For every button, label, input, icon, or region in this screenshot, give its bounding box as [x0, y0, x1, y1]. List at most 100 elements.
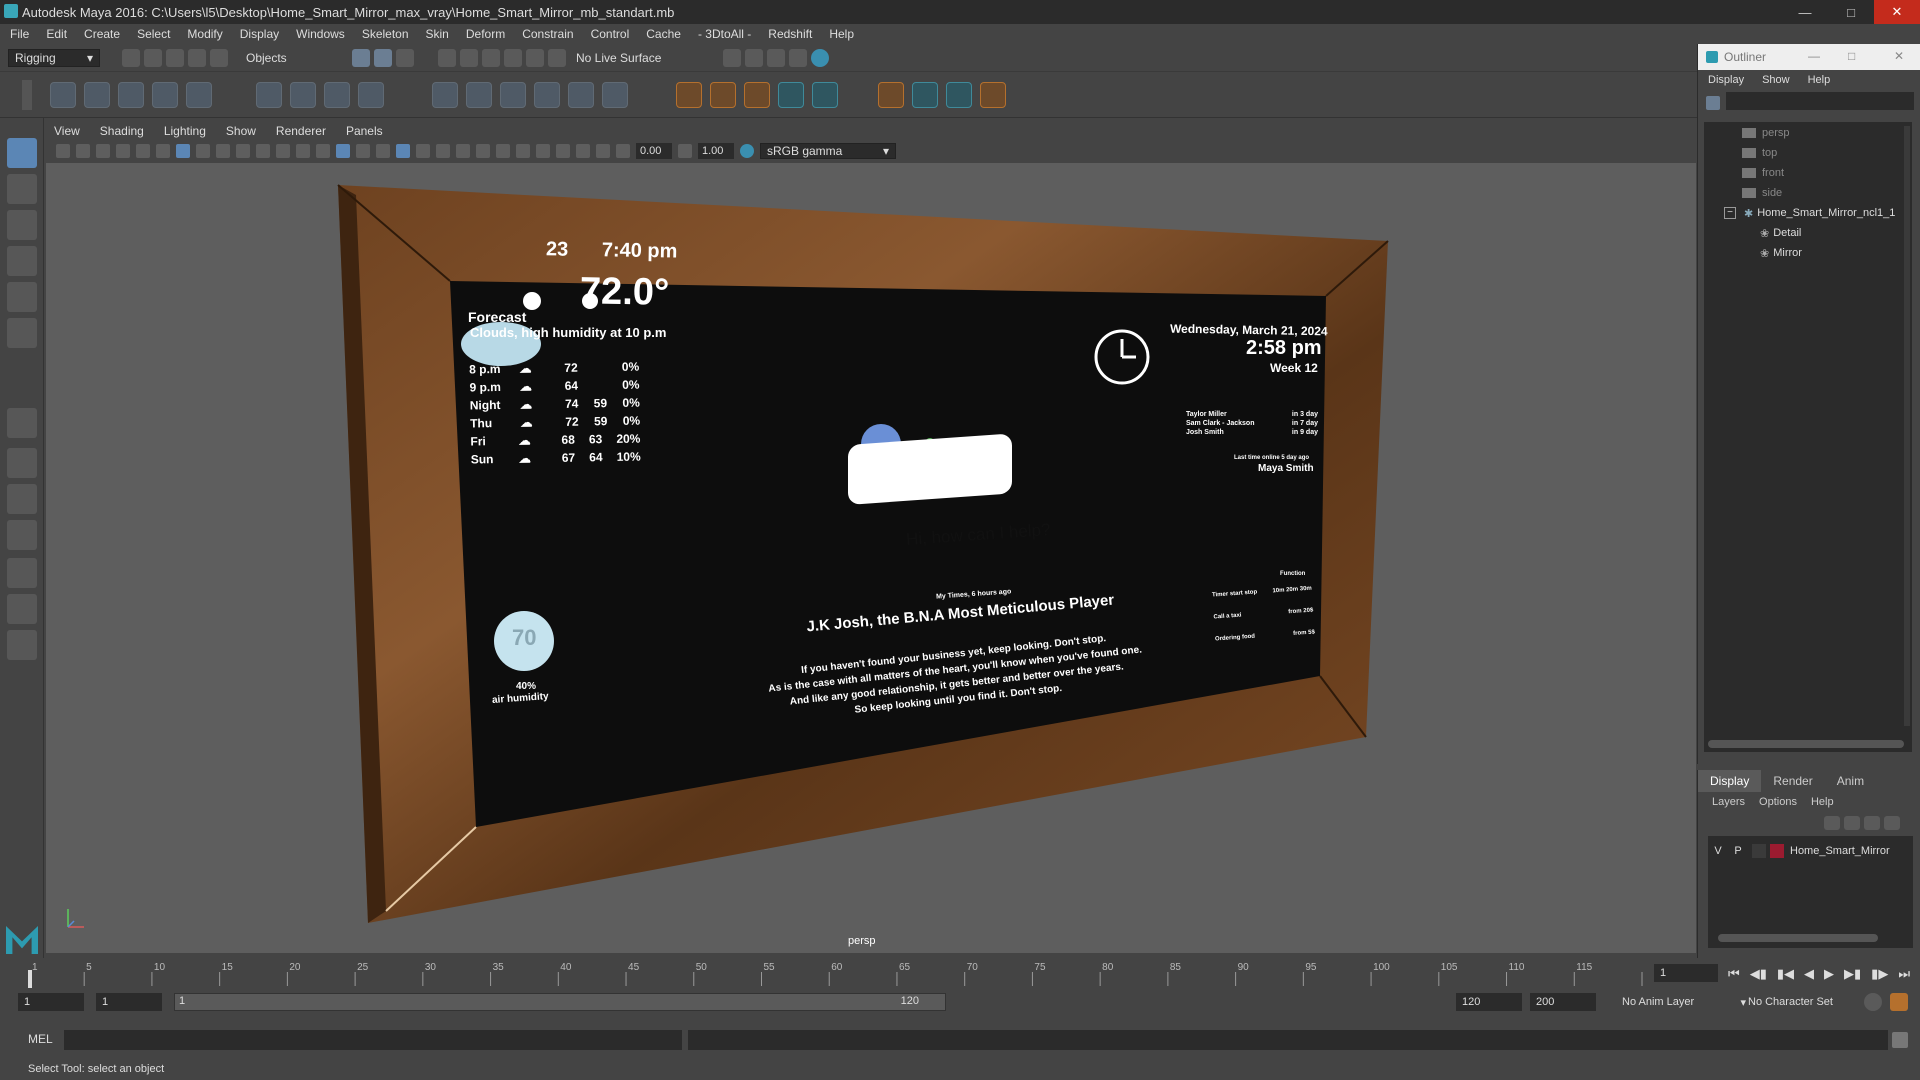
exposure-field[interactable]: 0.00: [636, 143, 672, 159]
render-settings-icon[interactable]: [789, 48, 808, 67]
collapse-icon[interactable]: −: [1724, 207, 1736, 219]
viewport-menu-renderer[interactable]: Renderer: [276, 124, 326, 138]
range-slider[interactable]: 1 120: [174, 993, 946, 1011]
outliner-menu-show[interactable]: Show: [1762, 74, 1790, 86]
shelf-cluster-icon[interactable]: [358, 82, 384, 108]
menu-create[interactable]: Create: [84, 27, 120, 41]
minimize-button[interactable]: —: [1782, 0, 1828, 24]
shelf-constraint-parent-icon[interactable]: [568, 82, 594, 108]
shelf-bind-skin-icon[interactable]: [256, 82, 282, 108]
outliner-item-detail[interactable]: ❀ Detail: [1760, 224, 1801, 242]
selection-mode-dropdown[interactable]: Objects: [240, 48, 340, 67]
live-surface-label[interactable]: No Live Surface: [576, 51, 661, 65]
resolution-gate-icon[interactable]: [216, 144, 230, 158]
viewport-menu-lighting[interactable]: Lighting: [164, 124, 206, 138]
save-scene-icon[interactable]: [166, 48, 184, 67]
bookmark-icon[interactable]: [96, 144, 110, 158]
end-frame-field[interactable]: 200: [1530, 993, 1596, 1011]
step-back-icon[interactable]: ◀▮: [1750, 966, 1767, 982]
step-forward-icon[interactable]: ▮▶: [1871, 966, 1888, 982]
command-language-label[interactable]: MEL: [28, 1032, 53, 1046]
menu-redshift[interactable]: Redshift: [768, 27, 812, 41]
current-time-marker[interactable]: [28, 970, 32, 988]
outliner-item-side[interactable]: side: [1742, 184, 1782, 202]
maximize-button[interactable]: □: [1828, 0, 1874, 24]
shelf-constraint-scale-icon[interactable]: [534, 82, 560, 108]
gamma-icon[interactable]: [678, 144, 692, 158]
shelf-smooth-skin-icon[interactable]: [290, 82, 316, 108]
select-hierarchy-icon[interactable]: [352, 48, 370, 67]
viewport-3d[interactable]: 23 7:40 pm 72.0° Forecast Clouds, high h…: [46, 163, 1696, 953]
shelf-pivot-icon[interactable]: [710, 82, 736, 108]
layer-row[interactable]: V P Home_Smart_Mirror: [1708, 842, 1913, 860]
shelf-maya-tool-3-icon[interactable]: [946, 82, 972, 108]
default-lighting-icon[interactable]: [356, 144, 370, 158]
layer-visibility-toggle[interactable]: V: [1708, 845, 1728, 857]
new-layer-selected-icon[interactable]: [1884, 816, 1900, 830]
close-button[interactable]: ✕: [1874, 0, 1920, 24]
gamma-field[interactable]: 1.00: [698, 143, 734, 159]
shelf-constraint-aim-icon[interactable]: [466, 82, 492, 108]
grid-icon[interactable]: [176, 144, 190, 158]
magnet-icon[interactable]: [548, 48, 566, 67]
menu-windows[interactable]: Windows: [296, 27, 345, 41]
isolate-select-icon[interactable]: [536, 144, 550, 158]
redo-icon[interactable]: [210, 48, 228, 67]
anim-layer-dropdown[interactable]: No Anim Layer ▾: [1622, 993, 1746, 1011]
outliner-search-input[interactable]: [1726, 92, 1914, 110]
shelf-brush-icon[interactable]: [912, 82, 938, 108]
snap-grid-icon[interactable]: [438, 48, 456, 67]
shadows-icon[interactable]: [436, 144, 450, 158]
current-frame-field[interactable]: 1: [1654, 964, 1718, 982]
layer-playback-toggle[interactable]: P: [1728, 845, 1748, 857]
auto-key-icon[interactable]: [1864, 993, 1882, 1011]
viewport-menu-view[interactable]: View: [54, 124, 80, 138]
select-component-icon[interactable]: [396, 48, 414, 67]
layout-outliner-icon[interactable]: [7, 594, 37, 624]
menu-edit[interactable]: Edit: [46, 27, 67, 41]
wireframe-icon[interactable]: [316, 144, 330, 158]
outliner-item-mirror[interactable]: ❀ Mirror: [1760, 244, 1802, 262]
shelf-handle[interactable]: [22, 80, 32, 110]
character-set-dropdown[interactable]: No Character Set: [1748, 993, 1868, 1011]
anti-aliasing-icon[interactable]: [496, 144, 510, 158]
move-layer-up-icon[interactable]: [1824, 816, 1840, 830]
gate-mask-icon[interactable]: [236, 144, 250, 158]
render-view-icon[interactable]: [723, 48, 742, 67]
menu-skeleton[interactable]: Skeleton: [362, 27, 409, 41]
menu-file[interactable]: File: [10, 27, 29, 41]
film-gate-icon[interactable]: [196, 144, 210, 158]
screen-space-ao-icon[interactable]: [456, 144, 470, 158]
shelf-constraint-pole-icon[interactable]: [602, 82, 628, 108]
rotate-tool-icon[interactable]: [7, 282, 37, 312]
layer-tab-display[interactable]: Display: [1698, 770, 1762, 792]
script-editor-icon[interactable]: [1892, 1032, 1908, 1048]
image-plane-icon[interactable]: [116, 144, 130, 158]
menu-modify[interactable]: Modify: [187, 27, 222, 41]
time-slider[interactable]: 1 5 10 15 20 25 30 35 40 45 50 55 60 65 70 75 80 85 90 95 10…: [0, 958, 1920, 988]
shelf-orient-joint-icon[interactable]: [186, 82, 212, 108]
select-tool-icon[interactable]: [7, 138, 37, 168]
camera-attr-icon[interactable]: [76, 144, 90, 158]
shelf-hik-icon[interactable]: [744, 82, 770, 108]
scale-tool-icon[interactable]: [7, 318, 37, 348]
viewport-menu-show[interactable]: Show: [226, 124, 256, 138]
outliner-menu-help[interactable]: Help: [1808, 74, 1831, 86]
layer-tab-render[interactable]: Render: [1761, 770, 1824, 792]
next-key-icon[interactable]: ▶▮: [1844, 966, 1861, 982]
start-frame-field[interactable]: 1: [18, 993, 84, 1011]
menu-set-dropdown[interactable]: Rigging ▾: [8, 48, 100, 67]
layout-stack-icon[interactable]: [7, 520, 37, 550]
camera-icon[interactable]: [56, 144, 70, 158]
snap-point-icon[interactable]: [482, 48, 500, 67]
color-space-dropdown[interactable]: sRGB gamma ▾: [760, 143, 896, 159]
shelf-ik-spline-icon[interactable]: [118, 82, 144, 108]
prev-key-icon[interactable]: ▮◀: [1777, 966, 1794, 982]
menu-cache[interactable]: Cache: [646, 27, 681, 41]
outliner-item-top[interactable]: top: [1742, 144, 1777, 162]
layout-graph-icon[interactable]: [7, 558, 37, 588]
shelf-locator-icon[interactable]: [676, 82, 702, 108]
snap-view-icon[interactable]: [504, 48, 522, 67]
menu-control[interactable]: Control: [591, 27, 630, 41]
range-end-field[interactable]: 120: [1456, 993, 1522, 1011]
